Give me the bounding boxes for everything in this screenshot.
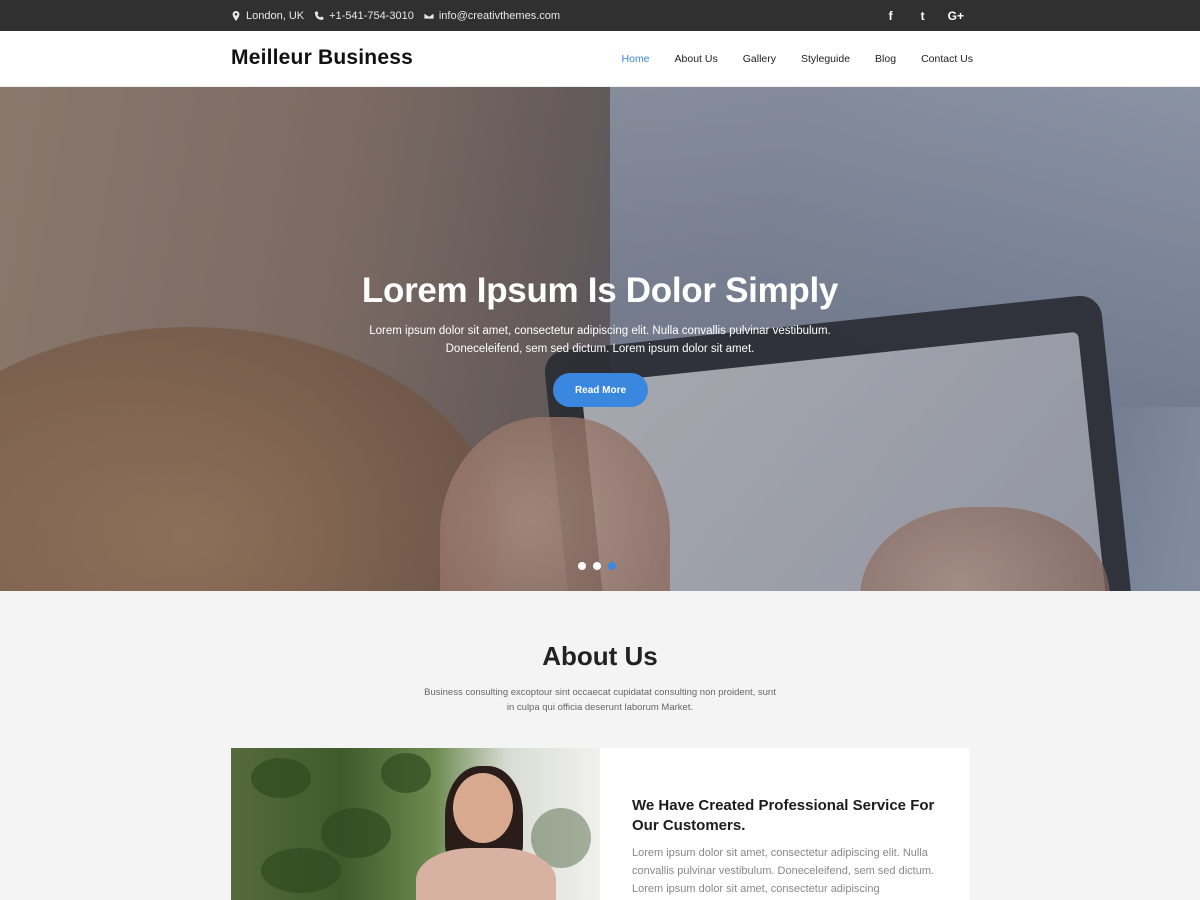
- top-bar: London, UK +1-541-754-3010 info@creativt…: [0, 0, 1200, 31]
- about-card: We Have Created Professional Service For…: [600, 748, 969, 900]
- plant-leaf: [251, 758, 311, 798]
- nav-about-us[interactable]: About Us: [675, 53, 718, 65]
- plant-leaf: [321, 808, 391, 858]
- slider-dot-3[interactable]: [608, 562, 616, 570]
- plant-leaf: [261, 848, 341, 893]
- woman-body: [416, 848, 556, 900]
- site-header: Meilleur Business Home About Us Gallery …: [0, 31, 1200, 87]
- facebook-icon[interactable]: f: [884, 9, 898, 23]
- location: London, UK: [231, 10, 304, 22]
- nav-contact-us[interactable]: Contact Us: [921, 53, 973, 65]
- twitter-icon[interactable]: t: [916, 9, 930, 23]
- about-image: [231, 748, 600, 900]
- contact-info: London, UK +1-541-754-3010 info@creativt…: [231, 0, 560, 31]
- nav-styleguide[interactable]: Styleguide: [801, 53, 850, 65]
- slider-dots: [578, 562, 616, 570]
- nav-gallery[interactable]: Gallery: [743, 53, 776, 65]
- hero-text-line-1: Lorem ipsum dolor sit amet, consectetur …: [369, 325, 831, 337]
- hero-text-line-2: Doneceleifend, sem sed dictum. Lorem ips…: [445, 343, 755, 355]
- hero-title: Lorem Ipsum Is Dolor Simply: [361, 271, 839, 310]
- hero-slider: Lorem Ipsum Is Dolor Simply Lorem ipsum …: [0, 87, 1200, 591]
- phone[interactable]: +1-541-754-3010: [314, 10, 414, 22]
- read-more-button[interactable]: Read More: [553, 373, 648, 407]
- about-card-text: Lorem ipsum dolor sit amet, consectetur …: [632, 847, 935, 895]
- nav-blog[interactable]: Blog: [875, 53, 896, 65]
- about-subtitle: Business consulting excoptour sint occae…: [410, 685, 790, 715]
- location-text: London, UK: [246, 9, 305, 22]
- email-text[interactable]: info@creativthemes.com: [439, 10, 560, 22]
- site-logo[interactable]: Meilleur Business: [231, 46, 413, 70]
- email[interactable]: info@creativthemes.com: [423, 10, 560, 22]
- slider-dot-2[interactable]: [593, 562, 601, 570]
- about-card-title: We Have Created Professional Service For…: [632, 797, 935, 834]
- phone-text[interactable]: +1-541-754-3010: [329, 10, 414, 22]
- hero-text: Lorem ipsum dolor sit amet, consectetur …: [350, 322, 850, 358]
- slider-dot-1[interactable]: [578, 562, 586, 570]
- about-subtitle-line-2: in culpa qui officia deserunt laborum Ma…: [506, 702, 694, 713]
- map-marker-icon: [232, 10, 240, 21]
- google-plus-icon[interactable]: G+: [948, 9, 964, 23]
- about-subtitle-line-1: Business consulting excoptour sint occae…: [424, 687, 776, 698]
- main-nav: Home About Us Gallery Styleguide Blog Co…: [622, 31, 973, 87]
- about-title: About Us: [542, 641, 658, 671]
- woman-face: [453, 773, 513, 843]
- envelope-icon: [423, 12, 434, 19]
- nav-home[interactable]: Home: [622, 53, 650, 65]
- plant-leaf: [381, 753, 431, 793]
- social-links: f t G+: [884, 0, 964, 31]
- phone-icon: [315, 11, 324, 20]
